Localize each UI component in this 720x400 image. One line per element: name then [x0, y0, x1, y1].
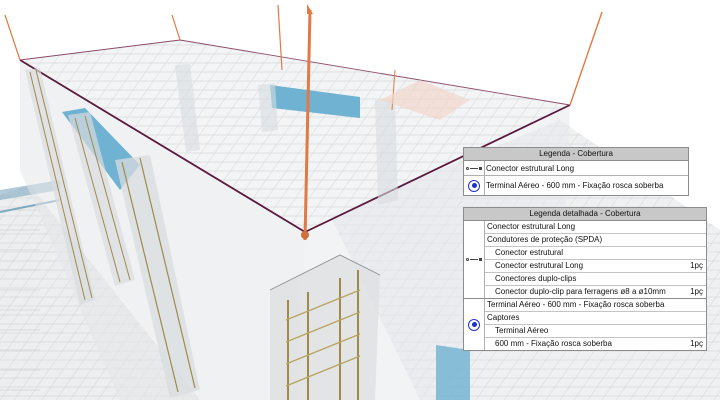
legend-line: Captores	[485, 312, 706, 325]
legend-row-connector: Conector estrutural Long	[464, 161, 688, 176]
connector-icon	[466, 166, 482, 170]
legend-line: Conector estrutural Long 1pç	[485, 260, 706, 273]
3d-model-viewport[interactable]: Legenda - Cobertura Conector estrutural …	[0, 0, 720, 400]
legend-line: Conectores duplo-clips	[485, 273, 706, 286]
legend-line: Terminal Aéreo	[485, 325, 706, 338]
legend-cobertura-title: Legenda - Cobertura	[464, 148, 688, 161]
air-terminal-icon	[468, 318, 480, 331]
legend-line: Conector duplo-clip para ferragens ø8 a …	[495, 287, 703, 296]
legend-row-label: Terminal Aéreo - 600 mm - Fixação rosca …	[486, 181, 664, 190]
legend-group-connectors: Conector estrutural Long Condutores de p…	[464, 221, 706, 299]
legend-line: Terminal Aéreo - 600 mm - Fixação rosca …	[485, 299, 706, 312]
legend-cobertura: Legenda - Cobertura Conector estrutural …	[463, 147, 689, 196]
air-terminal-icon	[468, 179, 480, 192]
legend-row-label: Conector estrutural Long	[486, 163, 575, 173]
connector-icon	[466, 258, 482, 261]
legend-line: 600 mm - Fixação rosca soberba 1pç	[495, 339, 703, 348]
legend-line: Conector estrutural Long	[485, 221, 706, 234]
legend-row-air-terminal: Terminal Aéreo - 600 mm - Fixação rosca …	[464, 176, 688, 195]
legend-detalhada: Legenda detalhada - Cobertura Conector e…	[463, 207, 707, 351]
legend-line: Condutores de proteção (SPDA)	[485, 234, 706, 247]
legend-line: Conector estrutural	[485, 247, 706, 260]
legend-detalhada-title: Legenda detalhada - Cobertura	[464, 208, 706, 221]
legend-group-captores: Terminal Aéreo - 600 mm - Fixação rosca …	[464, 299, 706, 350]
